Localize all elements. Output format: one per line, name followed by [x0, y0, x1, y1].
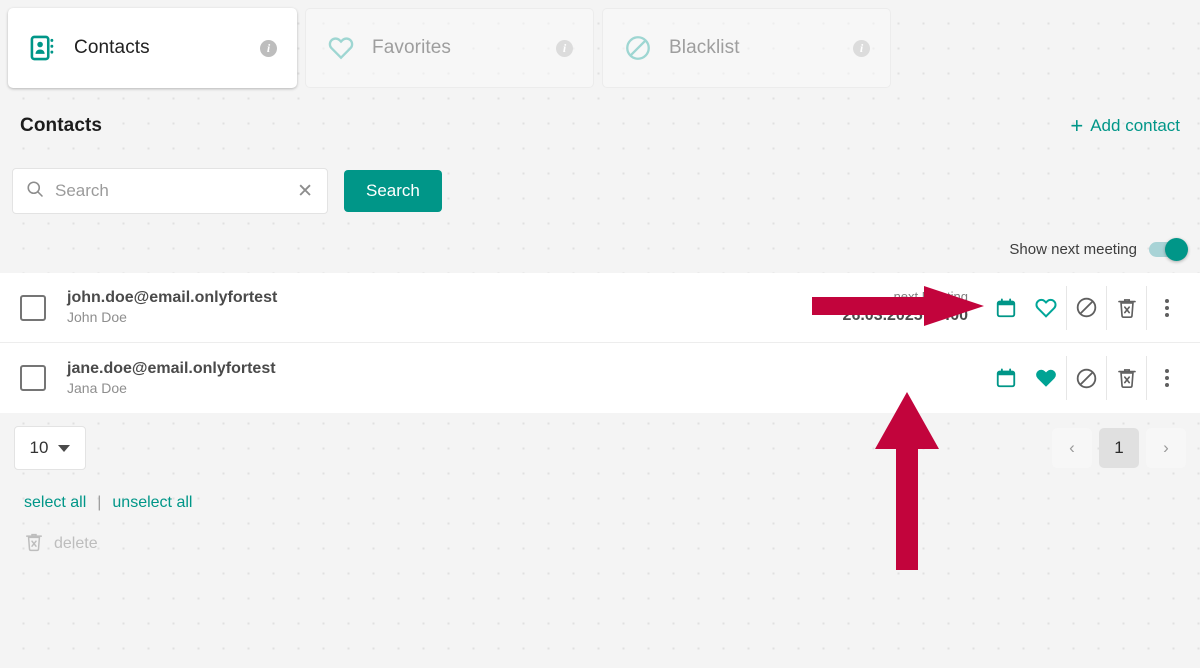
pagination: ‹ 1 ›: [1052, 428, 1186, 468]
select-all-link[interactable]: select all: [24, 494, 86, 512]
heart-outline-icon: [326, 33, 356, 63]
calendar-icon[interactable]: [986, 286, 1026, 330]
more-vertical-icon[interactable]: [1146, 356, 1186, 400]
address-book-icon: [28, 33, 58, 63]
toggle-knob: [1165, 237, 1188, 261]
search-input[interactable]: [55, 181, 286, 201]
search-button[interactable]: Search: [344, 170, 442, 212]
table-row[interactable]: jane.doe@email.onlyfortest Jana Doe: [0, 343, 1200, 413]
info-icon-favorites[interactable]: i: [556, 39, 573, 57]
per-page-select[interactable]: 10: [14, 426, 86, 470]
contact-info: john.doe@email.onlyfortest John Doe: [67, 288, 843, 326]
trash-x-icon: [24, 532, 44, 557]
more-vertical-icon[interactable]: [1146, 285, 1186, 330]
unselect-all-link[interactable]: unselect all: [112, 494, 192, 512]
trash-x-icon[interactable]: [1106, 285, 1146, 330]
contact-email: john.doe@email.onlyfortest: [67, 289, 278, 307]
next-meeting: next Meeting 26.03.2025 13:00: [843, 289, 968, 327]
calendar-icon[interactable]: [986, 356, 1026, 400]
tab-favorites-label: Favorites: [372, 37, 452, 58]
pagination-next[interactable]: ›: [1146, 428, 1186, 468]
tab-blacklist[interactable]: Blacklist i: [602, 8, 891, 88]
plus-icon: +: [1070, 113, 1084, 138]
block-icon[interactable]: [1066, 285, 1106, 330]
delete-label: delete: [54, 535, 98, 552]
next-meeting-label: next Meeting: [893, 288, 968, 304]
tab-blacklist-label: Blacklist: [669, 37, 740, 58]
row-actions: [986, 285, 1186, 330]
show-next-meeting-row: Show next meeting: [0, 225, 1200, 273]
trash-x-icon[interactable]: [1106, 356, 1146, 400]
add-contact-button[interactable]: + Add contact: [1070, 115, 1180, 137]
heart-outline-icon[interactable]: [1026, 286, 1066, 330]
heart-filled-icon[interactable]: [1026, 356, 1066, 400]
tab-bar: Contacts i Favorites i Blacklist i: [0, 0, 1200, 95]
contact-name: Jana Doe: [67, 379, 127, 396]
clear-search-icon[interactable]: ✕: [295, 182, 315, 201]
info-icon-contacts[interactable]: i: [260, 39, 277, 57]
block-icon[interactable]: [1066, 356, 1106, 400]
row-checkbox[interactable]: [20, 365, 46, 391]
page-title: Contacts: [20, 115, 103, 136]
contact-list: john.doe@email.onlyfortest John Doe next…: [0, 273, 1200, 413]
show-next-meeting-toggle[interactable]: [1149, 237, 1188, 261]
per-page-value: 10: [29, 438, 49, 457]
search-row: ✕ Search: [0, 157, 1200, 225]
link-separator: |: [97, 494, 102, 511]
search-box[interactable]: ✕: [12, 168, 328, 214]
page-header: Contacts + Add contact: [0, 95, 1200, 157]
row-checkbox[interactable]: [20, 294, 46, 321]
delete-selected-button[interactable]: delete: [0, 523, 1200, 565]
footer-row: 10 ‹ 1 ›: [0, 413, 1200, 483]
table-row[interactable]: john.doe@email.onlyfortest John Doe next…: [0, 273, 1200, 343]
block-icon: [623, 33, 653, 63]
tab-contacts[interactable]: Contacts i: [8, 8, 297, 88]
row-actions: [986, 356, 1186, 400]
info-icon-blacklist[interactable]: i: [853, 39, 870, 57]
search-icon: [25, 179, 45, 204]
next-meeting-value: 26.03.2025 13:00: [842, 306, 968, 324]
pagination-page-1[interactable]: 1: [1099, 428, 1139, 468]
tab-favorites[interactable]: Favorites i: [305, 8, 594, 88]
contact-name: John Doe: [67, 309, 127, 326]
add-contact-label: Add contact: [1090, 116, 1180, 135]
tab-contacts-label: Contacts: [74, 37, 150, 58]
show-next-meeting-label: Show next meeting: [1009, 240, 1137, 258]
contact-email: jane.doe@email.onlyfortest: [67, 359, 276, 377]
selection-links: select all | unselect all: [0, 483, 1200, 523]
contact-info: jane.doe@email.onlyfortest Jana Doe: [67, 359, 968, 397]
pagination-prev[interactable]: ‹: [1052, 428, 1092, 468]
chevron-down-icon: [58, 444, 71, 452]
